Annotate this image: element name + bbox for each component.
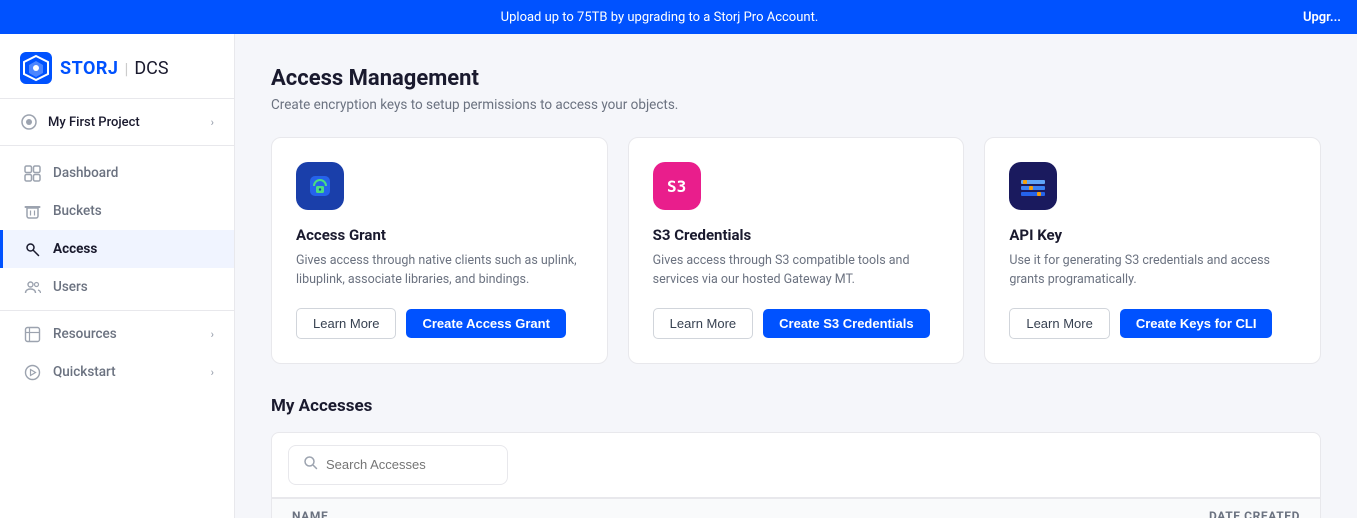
my-accesses-section: My Accesses NAME DATE CREATED <box>271 396 1321 518</box>
logo-storj: STORJ <box>60 58 119 79</box>
access-label: Access <box>53 241 97 257</box>
access-icon <box>23 240 41 258</box>
s3-credentials-card-title: S3 Credentials <box>653 226 940 244</box>
table-header: NAME DATE CREATED <box>272 498 1320 518</box>
page-subtitle: Create encryption keys to setup permissi… <box>271 97 1321 113</box>
page-title: Access Management <box>271 66 1321 91</box>
create-access-grant-button[interactable]: Create Access Grant <box>406 309 565 338</box>
storj-logo-icon <box>20 52 52 84</box>
quickstart-chevron: › <box>211 366 214 379</box>
sidebar-item-buckets[interactable]: Buckets <box>0 192 234 230</box>
card-s3-credentials: S3 S3 Credentials Gives access through S… <box>628 137 965 364</box>
sidebar-item-dashboard[interactable]: Dashboard <box>0 154 234 192</box>
s3-credentials-card-icon: S3 <box>653 162 701 210</box>
logo-divider: | <box>121 59 133 78</box>
access-grant-card-title: Access Grant <box>296 226 583 244</box>
create-keys-for-cli-button[interactable]: Create Keys for CLI <box>1120 309 1273 338</box>
project-chevron: › <box>211 116 214 129</box>
access-grant-card-icon <box>296 162 344 210</box>
project-selector[interactable]: My First Project › <box>0 99 234 146</box>
dashboard-label: Dashboard <box>53 165 118 181</box>
s3-icon-text: S3 <box>667 177 686 196</box>
access-grant-card-desc: Gives access through native clients such… <box>296 252 583 290</box>
logo-dcs: DCS <box>134 58 168 79</box>
sidebar-nav: Dashboard Buckets Access Users <box>0 146 234 399</box>
resources-chevron: › <box>211 328 214 341</box>
search-icon <box>303 455 318 474</box>
api-key-card-desc: Use it for generating S3 credentials and… <box>1009 252 1296 290</box>
sidebar-item-users[interactable]: Users <box>0 268 234 306</box>
buckets-icon <box>23 202 41 220</box>
cards-row: Access Grant Gives access through native… <box>271 137 1321 364</box>
create-s3-credentials-button[interactable]: Create S3 Credentials <box>763 309 929 338</box>
access-grant-card-actions: Learn More Create Access Grant <box>296 308 583 339</box>
main-content: Access Management Create encryption keys… <box>235 34 1357 518</box>
card-api-key: API Key Use it for generating S3 credent… <box>984 137 1321 364</box>
banner-text: Upload up to 75TB by upgrading to a Stor… <box>16 10 1303 25</box>
sidebar: STORJ | DCS My First Project › Dashboard <box>0 34 235 518</box>
s3-credentials-card-actions: Learn More Create S3 Credentials <box>653 308 940 339</box>
api-key-card-actions: Learn More Create Keys for CLI <box>1009 308 1296 339</box>
s3-learn-more-button[interactable]: Learn More <box>653 308 753 339</box>
nav-divider-1 <box>0 310 234 311</box>
card-access-grant: Access Grant Gives access through native… <box>271 137 608 364</box>
api-key-card-title: API Key <box>1009 226 1296 244</box>
s3-credentials-card-desc: Gives access through S3 compatible tools… <box>653 252 940 290</box>
api-key-learn-more-button[interactable]: Learn More <box>1009 308 1109 339</box>
sidebar-item-resources[interactable]: Resources › <box>0 315 234 353</box>
resources-icon <box>23 325 41 343</box>
access-grant-learn-more-button[interactable]: Learn More <box>296 308 396 339</box>
my-accesses-title: My Accesses <box>271 396 1321 416</box>
quickstart-icon <box>23 363 41 381</box>
users-label: Users <box>53 279 88 295</box>
search-input[interactable] <box>326 457 502 472</box>
top-banner: Upload up to 75TB by upgrading to a Stor… <box>0 0 1357 34</box>
project-name: My First Project <box>48 115 140 130</box>
project-icon <box>20 113 38 131</box>
sidebar-logo: STORJ | DCS <box>0 34 234 99</box>
banner-upgrade: Upgr... <box>1303 10 1341 25</box>
resources-label: Resources <box>53 326 117 342</box>
table-header-date: DATE CREATED <box>1140 509 1300 518</box>
users-icon <box>23 278 41 296</box>
sidebar-item-quickstart[interactable]: Quickstart › <box>0 353 234 391</box>
table-header-name: NAME <box>292 509 1140 518</box>
search-bar[interactable] <box>288 445 508 485</box>
quickstart-label: Quickstart <box>53 364 116 380</box>
api-key-card-icon <box>1009 162 1057 210</box>
dashboard-icon <box>23 164 41 182</box>
sidebar-item-access[interactable]: Access <box>0 230 234 268</box>
buckets-label: Buckets <box>53 203 102 219</box>
accesses-table-wrap: NAME DATE CREATED <box>271 432 1321 518</box>
search-row <box>272 433 1320 498</box>
